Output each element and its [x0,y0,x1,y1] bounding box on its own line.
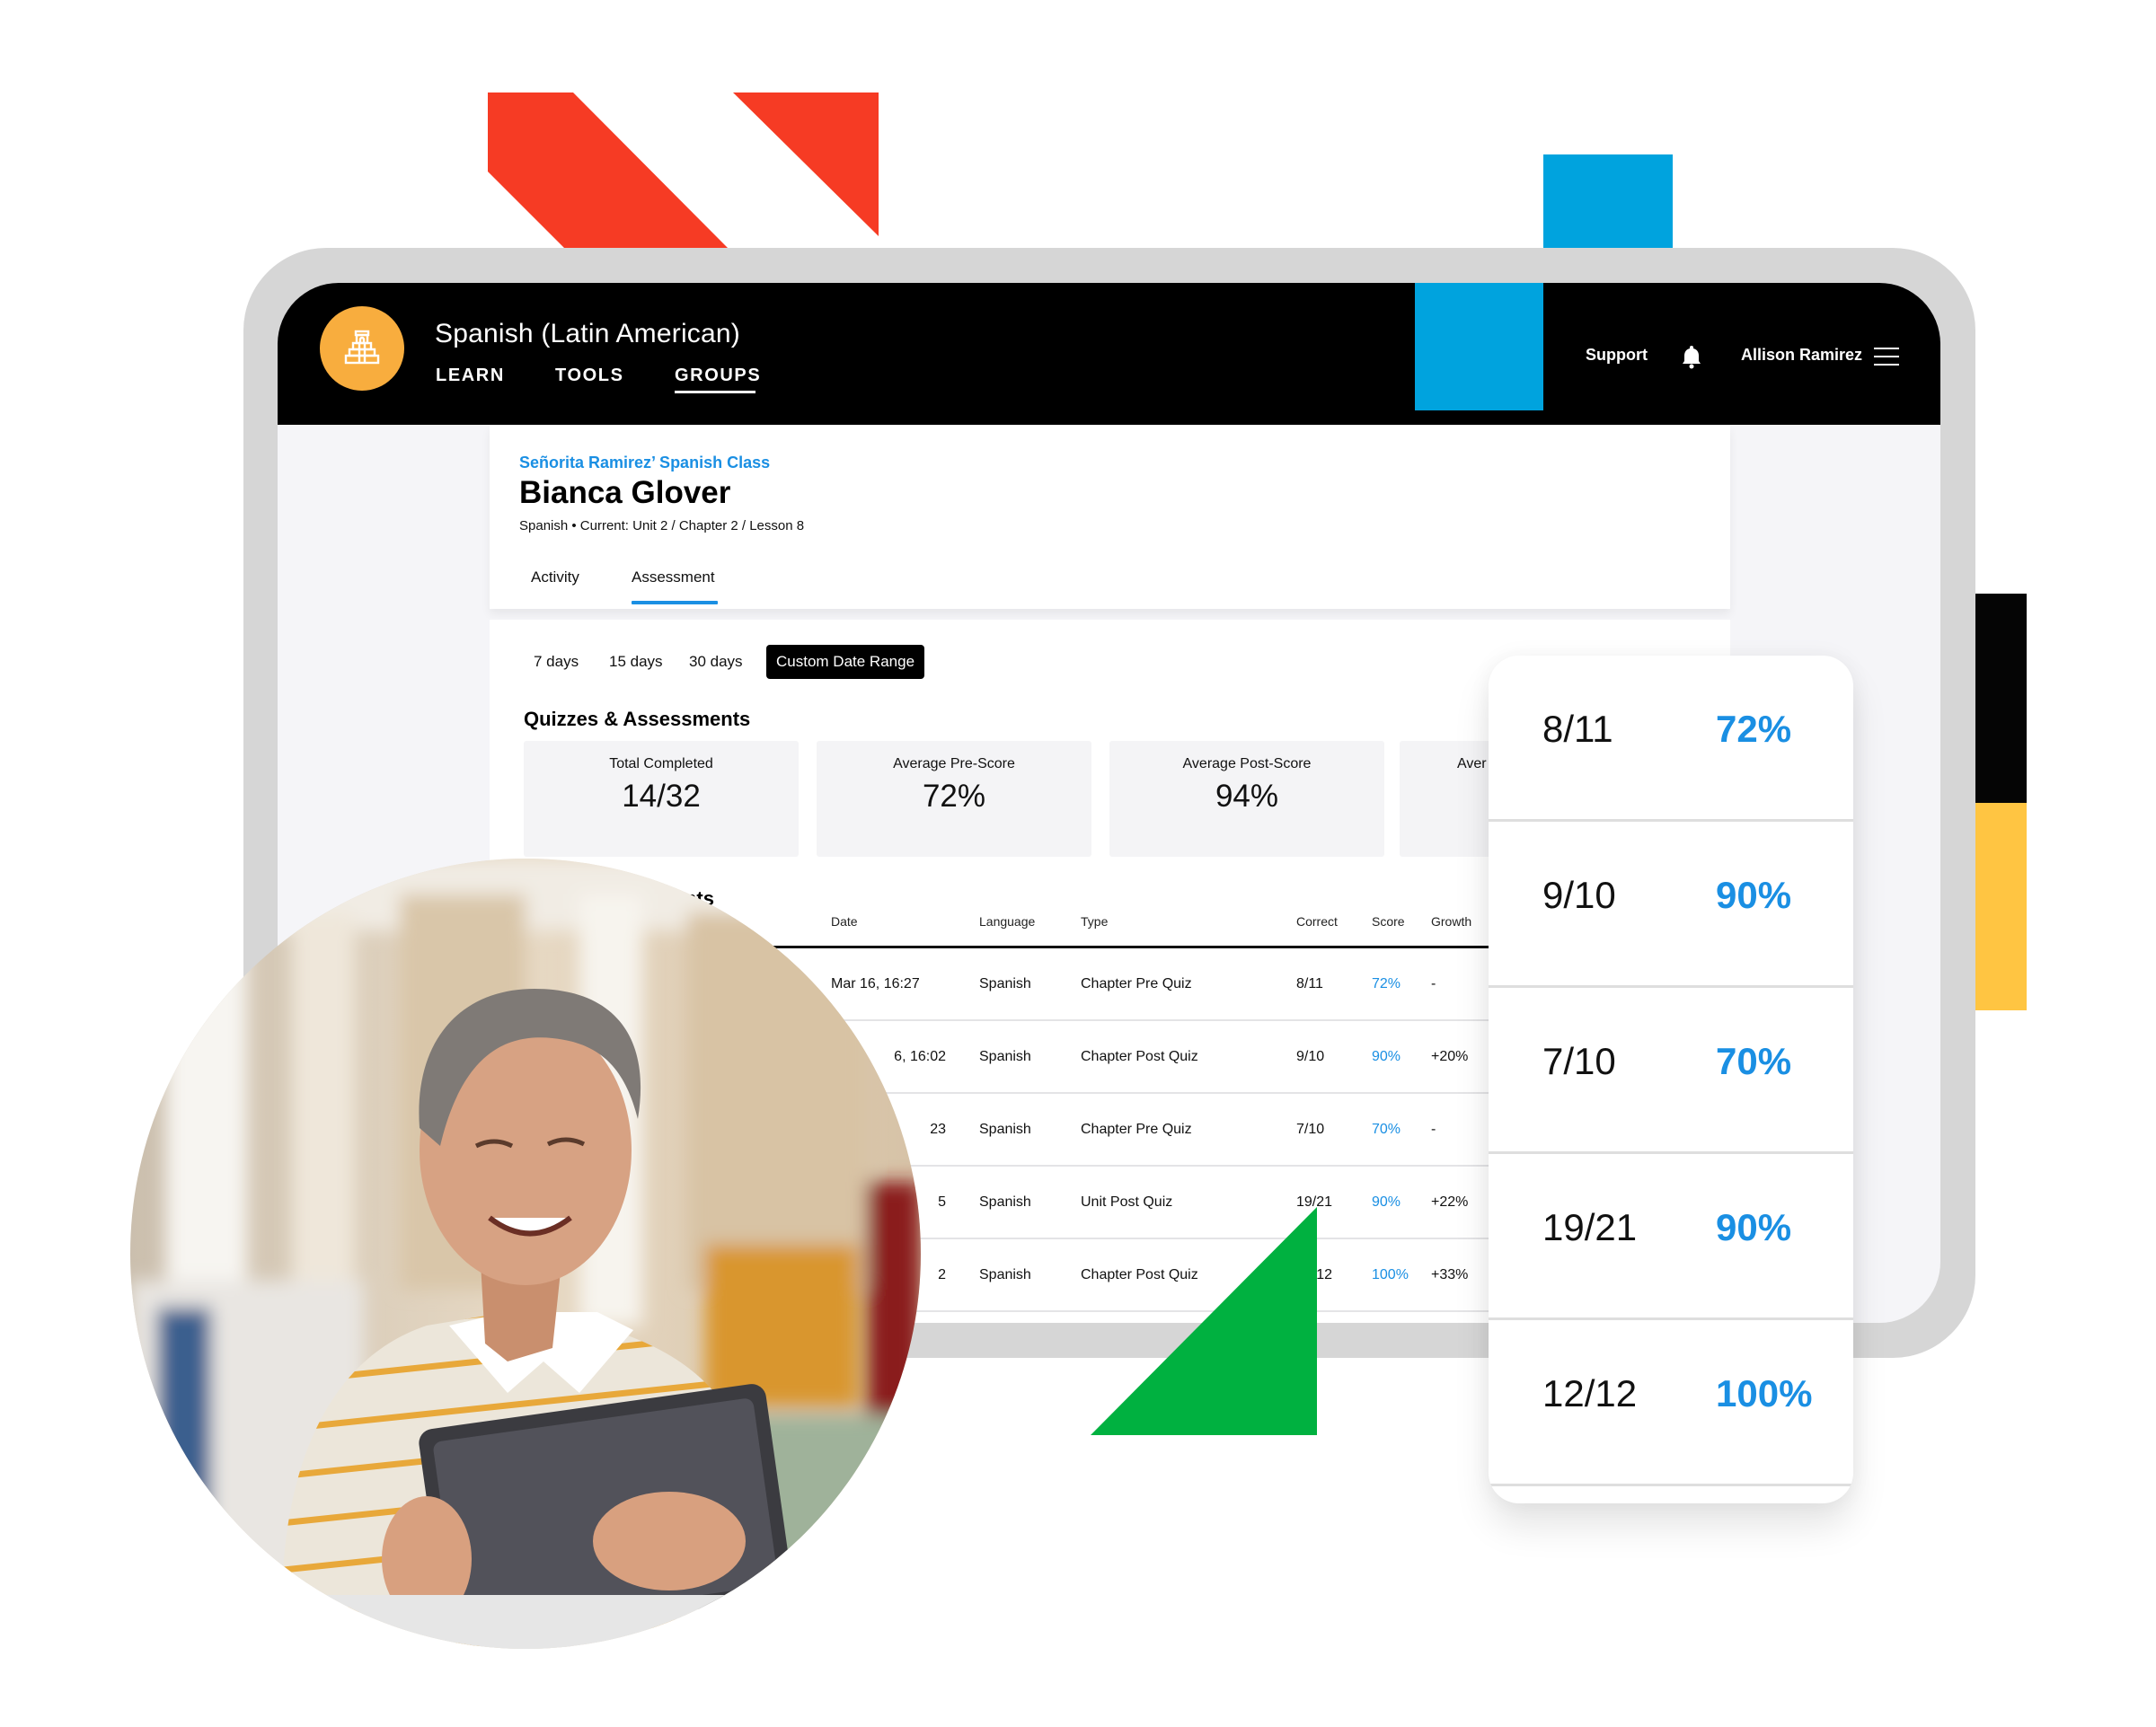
stat-total-completed: Total Completed 14/32 [524,741,799,857]
score-card-row: 19/21 90% [1489,1154,1853,1320]
student-name: Bianca Glover [519,475,731,510]
tab-assessment[interactable]: Assessment [632,568,715,586]
cell-growth: +33% [1431,1267,1469,1282]
teacher-photo-illustration [130,859,921,1649]
teacher-photo [130,859,921,1649]
score-card-correct: 9/10 [1542,874,1616,916]
bell-icon[interactable] [1681,344,1702,369]
cell-growth: +20% [1431,1049,1469,1064]
cell-score: 70% [1372,1122,1401,1137]
cell-growth: +22% [1431,1194,1469,1210]
nav-tools[interactable]: TOOLS [555,366,624,386]
tab-active-indicator [632,601,718,604]
stat-value: 72% [922,779,986,814]
cell-language: Spanish [979,1267,1031,1282]
range-custom-button[interactable]: Custom Date Range [766,645,925,679]
cell-correct: 8/11 [1296,976,1323,991]
class-breadcrumb-link[interactable]: Señorita Ramirez’ Spanish Class [519,454,770,472]
score-card-score: 72% [1716,708,1792,750]
cell-score: 100% [1372,1267,1409,1282]
score-card-score: 90% [1716,874,1792,916]
top-navigation-bar: Spanish (Latin American) LEARN TOOLS GRO… [278,283,1940,425]
score-card-score: 70% [1716,1040,1792,1082]
cell-growth: - [1431,1122,1436,1137]
stat-label: Total Completed [609,756,713,771]
pyramid-temple-icon [344,330,380,365]
score-card-row: 9/10 90% [1489,822,1853,988]
cell-date: 5 [938,1194,946,1210]
course-logo[interactable] [320,306,404,391]
cell-type: Chapter Pre Quiz [1081,1122,1192,1137]
stat-label: Average Post-Score [1182,756,1312,771]
stat-average-post-score: Average Post-Score 94% [1109,741,1384,857]
stat-label: Average Pre-Score [893,756,1015,771]
stat-value: 14/32 [622,779,701,814]
column-header-date[interactable]: Date [831,914,858,929]
cell-date: 2 [938,1267,946,1282]
cell-date: 6, 16:02 [894,1049,946,1064]
range-15-days-button[interactable]: 15 days [609,645,663,679]
cell-correct: 12/12 [1296,1267,1333,1282]
range-7-days-button[interactable]: 7 days [534,645,579,679]
red-stripe-shape [488,93,728,248]
nav-active-indicator [675,391,755,393]
quizzes-section-title: Quizzes & Assessments [524,708,751,730]
score-summary-card: 8/11 72% 9/10 90% 7/10 70% 19/21 90% 12/12 100% [1489,656,1853,1503]
cell-language: Spanish [979,1122,1031,1137]
score-card-correct: 7/10 [1542,1040,1616,1082]
cell-language: Spanish [979,1194,1031,1210]
support-link[interactable]: Support [1586,346,1648,365]
cell-language: Spanish [979,1049,1031,1064]
cell-score: 90% [1372,1049,1401,1064]
cell-growth: - [1431,976,1436,991]
cell-date: 23 [930,1122,946,1137]
score-card-row: 7/10 70% [1489,988,1853,1154]
column-header-score[interactable]: Score [1372,914,1405,929]
score-card-correct: 12/12 [1542,1372,1638,1414]
column-header-language[interactable]: Language [979,914,1035,929]
cell-date: Mar 16, 16:27 [831,976,920,991]
yellow-bar-shape [1975,803,2027,1010]
student-header-panel: Señorita Ramirez’ Spanish Class Bianca G… [490,425,1730,609]
score-card-row: 12/12 100% [1489,1320,1853,1486]
column-header-growth[interactable]: Growth [1431,914,1471,929]
nav-learn[interactable]: LEARN [436,366,505,386]
range-30-days-button[interactable]: 30 days [689,645,743,679]
hamburger-icon[interactable] [1874,348,1899,366]
nav-groups[interactable]: GROUPS [675,366,761,386]
cell-correct: 7/10 [1296,1122,1325,1137]
cell-language: Spanish [979,976,1031,991]
student-progress-subtitle: Spanish • Current: Unit 2 / Chapter 2 / … [519,518,805,533]
column-header-type[interactable]: Type [1081,914,1108,929]
cell-type: Unit Post Quiz [1081,1194,1173,1210]
score-card-correct: 19/21 [1542,1206,1638,1248]
user-name[interactable]: Allison Ramirez [1741,346,1862,365]
score-card-score: 100% [1716,1372,1813,1414]
stat-value: 94% [1215,779,1279,814]
cell-type: Chapter Post Quiz [1081,1267,1198,1282]
cell-correct: 9/10 [1296,1049,1325,1064]
stat-average-pre-score: Average Pre-Score 72% [817,741,1091,857]
black-bar-shape [1975,594,2027,803]
course-title: Spanish (Latin American) [435,319,740,348]
column-header-correct[interactable]: Correct [1296,914,1338,929]
score-card-correct: 8/11 [1542,708,1613,750]
score-card-row: 8/11 72% [1489,656,1853,822]
cell-score: 90% [1372,1194,1401,1210]
score-card-score: 90% [1716,1206,1792,1248]
cell-score: 72% [1372,976,1401,991]
red-triangle-shape [733,93,879,236]
cell-correct: 19/21 [1296,1194,1333,1210]
tab-activity[interactable]: Activity [531,568,579,586]
cell-type: Chapter Pre Quiz [1081,976,1192,991]
cell-type: Chapter Post Quiz [1081,1049,1198,1064]
